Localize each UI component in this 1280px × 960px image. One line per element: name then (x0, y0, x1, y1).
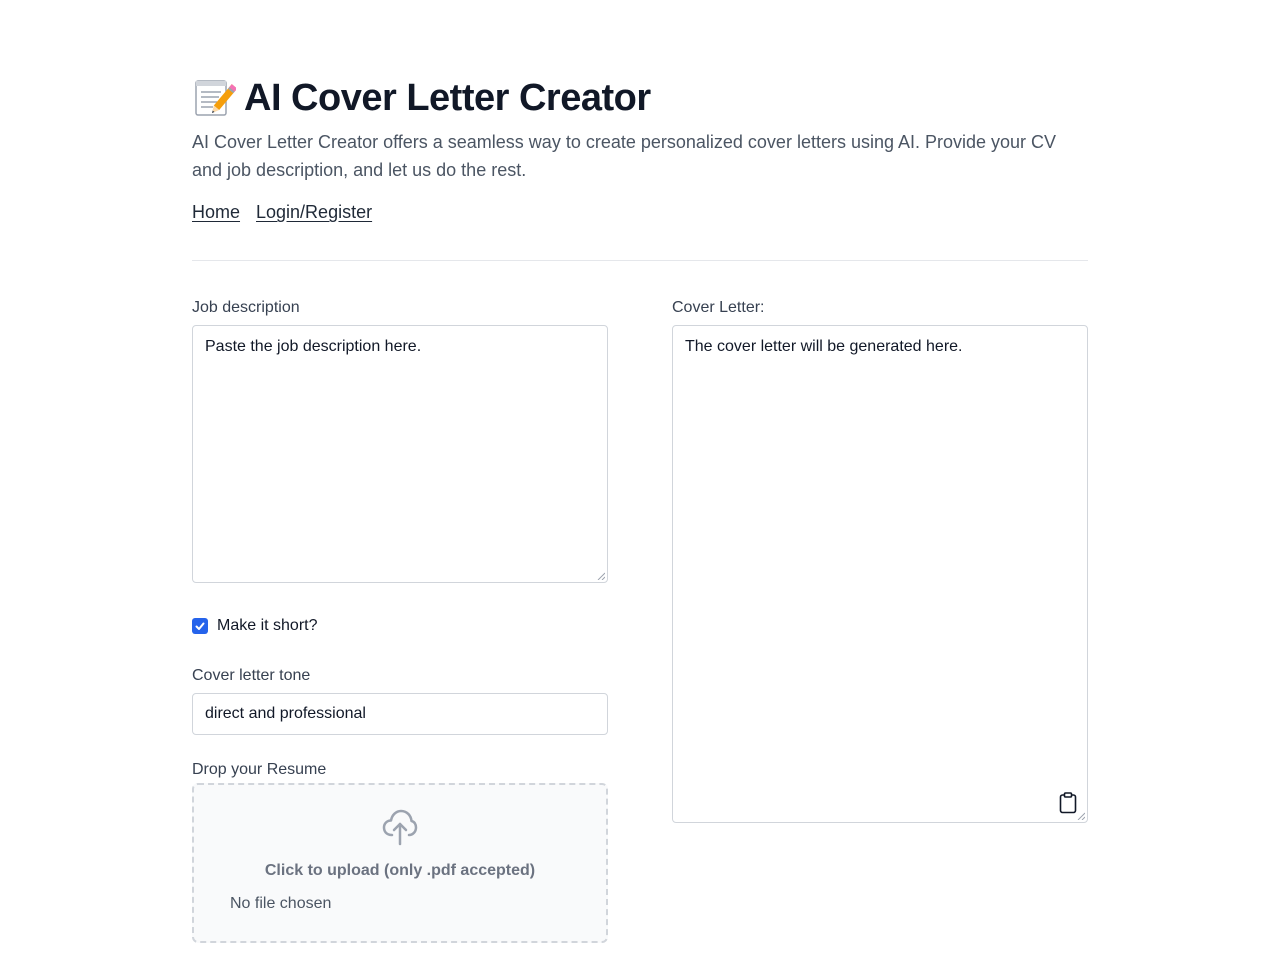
cover-letter-label: Cover Letter: (672, 299, 765, 316)
memo-icon (192, 76, 238, 120)
tone-label: Cover letter tone (192, 667, 311, 684)
tone-input[interactable]: direct and professional (192, 693, 608, 735)
job-description-placeholder: Paste the job description here. (205, 338, 422, 355)
nav-home-link[interactable]: Home (192, 202, 240, 223)
resume-label: Drop your Resume (192, 761, 327, 778)
nav-login-link[interactable]: Login/Register (256, 202, 372, 223)
file-status: No file chosen (230, 895, 332, 912)
short-checkbox-label: Make it short? (217, 617, 318, 634)
upload-instruction[interactable]: Click to upload (only .pdf accepted) (194, 862, 606, 880)
job-description-textarea[interactable]: Paste the job description here. (192, 325, 608, 583)
short-checkbox[interactable] (192, 618, 208, 634)
tone-input-value: direct and professional (205, 705, 366, 722)
resize-handle-icon[interactable] (597, 572, 605, 580)
cloud-upload-icon (382, 809, 418, 846)
header-divider (192, 260, 1088, 261)
cover-letter-textarea[interactable]: The cover letter will be generated here. (672, 325, 1088, 823)
job-description-label: Job description (192, 299, 300, 316)
resize-handle-icon[interactable] (1077, 812, 1085, 820)
top-nav: Home Login/Register (192, 202, 372, 223)
title-text: AI Cover Letter Creator (244, 76, 651, 119)
page-title: AI Cover Letter Creator (192, 76, 651, 120)
cover-letter-placeholder: The cover letter will be generated here. (685, 338, 963, 355)
checkmark-icon (195, 622, 205, 630)
copy-clipboard-icon[interactable] (1059, 792, 1077, 814)
page-subtitle: AI Cover Letter Creator offers a seamles… (192, 132, 1057, 180)
short-option: Make it short? (192, 617, 317, 635)
resume-dropzone[interactable]: Click to upload (only .pdf accepted) No … (192, 783, 608, 943)
